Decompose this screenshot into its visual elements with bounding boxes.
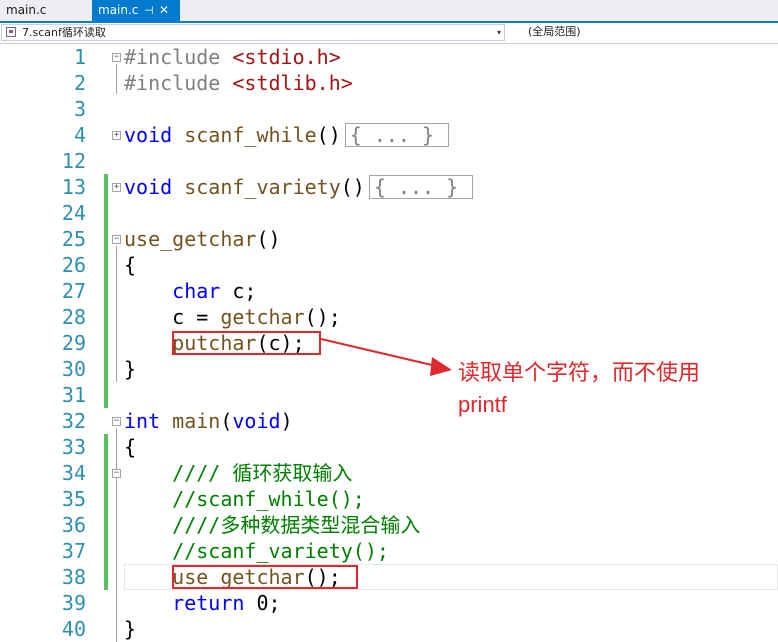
arrow-shaft <box>320 338 437 367</box>
arrow-head <box>430 357 452 376</box>
annotation-arrow <box>320 338 452 376</box>
annotation-line-2: printf <box>458 392 507 417</box>
annotation-line-1: 读取单个字符，而不使用 <box>458 360 701 385</box>
annotation-note: 读取单个字符，而不使用 printf <box>458 357 748 421</box>
